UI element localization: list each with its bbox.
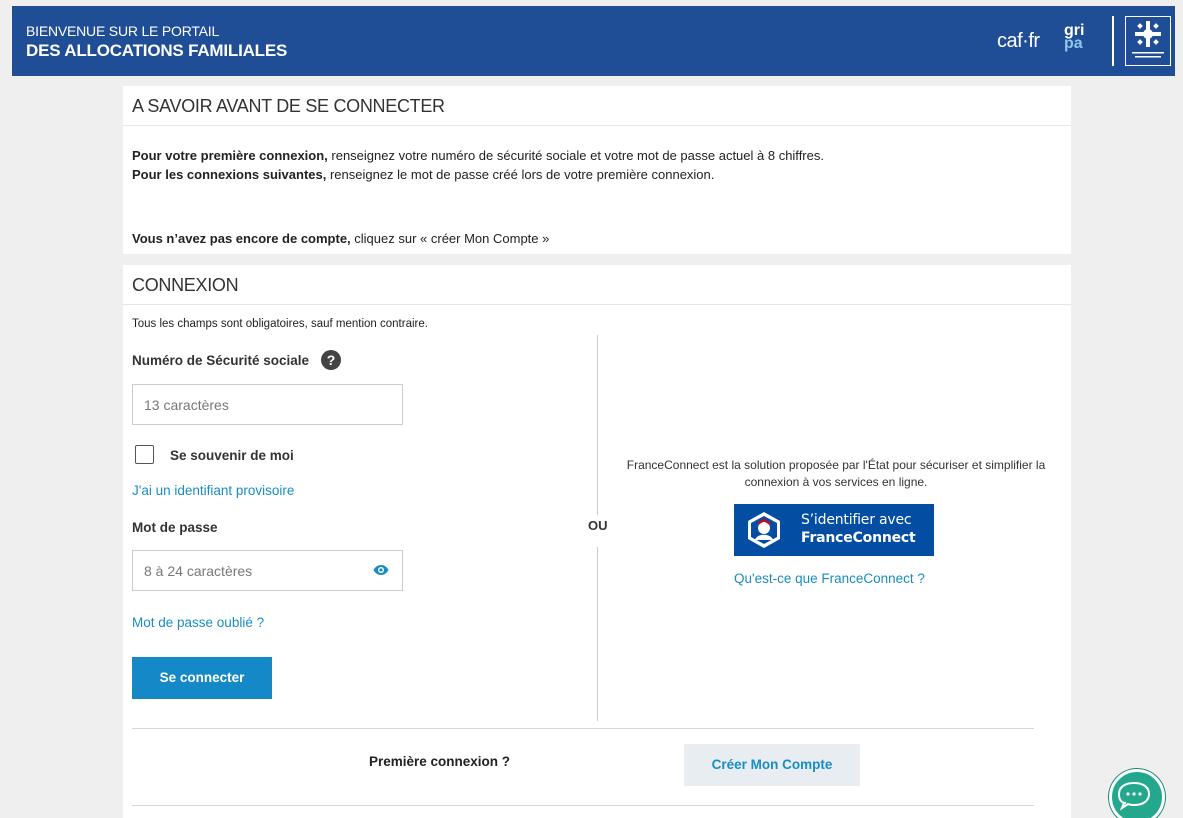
create-account-button[interactable]: Créer Mon Compte [684, 744, 860, 786]
caf-emblem-icon[interactable] [1125, 16, 1171, 66]
info-card-title: A SAVOIR AVANT DE SE CONNECTER [123, 86, 1071, 126]
divider-bottom [597, 547, 598, 721]
remember-me-label[interactable]: Se souvenir de moi [170, 448, 294, 463]
franceconnect-description: FranceConnect est la solution proposée p… [626, 458, 1046, 489]
caf-fr-logo[interactable]: caf·fr [997, 30, 1040, 53]
franceconnect-button-line2: FranceConnect [801, 530, 916, 546]
login-card-title: CONNEXION [123, 265, 1071, 305]
gripa-logo-bottom: pa [1064, 35, 1083, 52]
temporary-id-link[interactable]: J'ai un identifiant provisoire [132, 483, 294, 498]
next-connection-info: Pour les connexions suivantes, renseigne… [132, 167, 714, 182]
password-label: Mot de passe [132, 520, 218, 535]
mandatory-note: Tous les champs sont obligatoires, sauf … [132, 318, 428, 330]
divider-top [597, 335, 598, 515]
chat-icon [1117, 781, 1151, 811]
top-banner: BIENVENUE SUR LE PORTAIL DES ALLOCATIONS… [12, 6, 1175, 76]
no-account-bold: Vous n’avez pas encore de compte, [132, 231, 351, 246]
welcome-text: BIENVENUE SUR LE PORTAIL [26, 23, 220, 39]
login-button[interactable]: Se connecter [132, 657, 272, 699]
next-connection-bold: Pour les connexions suivantes, [132, 167, 327, 182]
franceconnect-button[interactable]: S’identifier avec FranceConnect [734, 504, 934, 556]
remember-me-checkbox[interactable] [135, 445, 154, 464]
ssn-label: Numéro de Sécurité sociale [132, 353, 310, 368]
bottom-divider [132, 805, 1034, 806]
chat-button[interactable] [1109, 769, 1165, 818]
franceconnect-logo-icon [748, 512, 780, 548]
password-input[interactable] [132, 550, 403, 591]
franceconnect-info-link[interactable]: Qu'est-ce que FranceConnect ? [734, 571, 925, 586]
header-separator [1112, 16, 1114, 66]
forgot-password-link[interactable]: Mot de passe oublié ? [132, 615, 264, 630]
first-connection-info: Pour votre première connexion, renseigne… [132, 148, 824, 163]
login-card: CONNEXION Tous les champs sont obligatoi… [123, 265, 1071, 818]
portal-title: DES ALLOCATIONS FAMILIALES [26, 41, 288, 60]
or-separator: OU [588, 518, 608, 533]
ssn-input[interactable] [132, 384, 403, 425]
gripa-logo[interactable]: gri pa [1064, 23, 1088, 58]
no-account-text: cliquez sur « créer Mon Compte » [350, 231, 550, 246]
section-divider [132, 728, 1034, 729]
no-account-info: Vous n’avez pas encore de compte, clique… [132, 231, 549, 246]
info-card: A SAVOIR AVANT DE SE CONNECTER Pour votr… [123, 86, 1071, 254]
first-connection-text: renseignez votre numéro de sécurité soci… [327, 148, 824, 163]
franceconnect-button-line1: S’identifier avec [801, 512, 912, 528]
help-icon[interactable]: ? [321, 350, 341, 370]
eye-icon[interactable] [373, 564, 389, 576]
first-connection-bold: Pour votre première connexion, [132, 148, 328, 163]
first-connection-label: Première connexion ? [369, 754, 511, 769]
next-connection-text: renseignez le mot de passe créé lors de … [326, 167, 715, 182]
